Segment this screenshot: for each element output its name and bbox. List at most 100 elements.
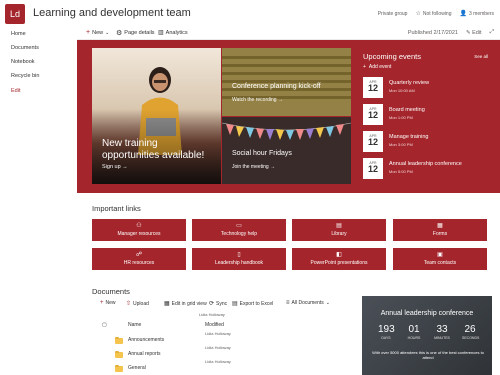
conference-title[interactable]: Conference planning kick-off: [232, 83, 321, 90]
new-button[interactable]: + New ⌄: [86, 29, 109, 36]
folder-icon: [115, 350, 123, 358]
site-logo[interactable]: Ld: [5, 4, 25, 24]
social-hour-title[interactable]: Social hour Fridays: [232, 150, 292, 157]
link-label: Forms: [432, 231, 448, 237]
people-icon: ⚇: [136, 223, 142, 229]
nav-edit-link[interactable]: Edit: [11, 88, 20, 94]
upcoming-events: Upcoming events See all + Add event APR 12…: [357, 48, 492, 184]
event-name: Manage training: [389, 134, 429, 140]
edit-label: Edit: [472, 29, 482, 36]
hero-signup-link[interactable]: Sign up →: [102, 164, 128, 170]
important-links-title: Important links: [92, 204, 141, 213]
follow-label: Not following: [422, 10, 452, 17]
link-library[interactable]: ▤ Library: [292, 219, 386, 241]
doc-upload-button[interactable]: ⇧ Upload: [126, 300, 149, 308]
doc-new-button[interactable]: + New: [100, 300, 116, 306]
file-type-icon: ▢: [102, 322, 107, 328]
star-icon: ☆: [415, 11, 421, 17]
library-icon: ▤: [336, 223, 342, 229]
row-name[interactable]: Announcements: [128, 337, 164, 343]
nav-item-notebook[interactable]: Notebook: [11, 59, 35, 65]
event-item[interactable]: APR 12 Annual leadership conference Mon 5…: [363, 158, 491, 180]
left-navigation: Home Documents Notebook Recycle bin Edit: [0, 26, 77, 375]
event-day: 12: [367, 110, 378, 120]
chevron-down-icon: ⌄: [105, 29, 110, 36]
published-status: Published 2/17/2021: [407, 29, 458, 36]
nav-item-documents[interactable]: Documents: [11, 45, 39, 51]
gear-icon: ⚙: [116, 30, 123, 37]
page-details-button[interactable]: ⚙ Page details: [116, 29, 155, 37]
countdown-days: 193: [378, 324, 395, 335]
seconds-label: SECONDS: [462, 336, 480, 340]
hours-label: HOURS: [407, 336, 421, 340]
link-forms[interactable]: ▦ Forms: [393, 219, 487, 241]
edit-grid-view-button[interactable]: ▦ Edit in grid view: [164, 300, 207, 308]
row-name[interactable]: Annual reports: [128, 351, 161, 357]
watch-recording-link[interactable]: Watch the recording →: [232, 97, 283, 103]
nav-item-home[interactable]: Home: [11, 31, 26, 37]
column-modified[interactable]: Modified: [205, 322, 224, 328]
group-type: Private group: [377, 10, 408, 17]
folder-icon: [115, 364, 123, 372]
row-name[interactable]: General: [128, 365, 146, 371]
grid-icon: ▦: [164, 301, 170, 307]
auditorium-seats-image: [222, 48, 351, 116]
analytics-button[interactable]: ▥ Analytics: [158, 29, 188, 37]
event-item[interactable]: APR 12 Board meeting Mon 1:00 PM: [363, 104, 491, 126]
event-time: Mon 10:00 AM: [389, 88, 415, 93]
export-label: Export to Excel: [239, 300, 274, 307]
event-name: Annual leadership conference: [389, 161, 462, 167]
add-event-button[interactable]: + Add event: [363, 64, 391, 70]
laptop-icon: ▭: [236, 223, 242, 229]
hero-tile-social[interactable]: Social hour Fridays Join the meeting →: [222, 117, 351, 184]
event-date: APR 12: [363, 131, 383, 152]
table-row[interactable]: General Lidia Holloway: [92, 359, 352, 375]
excel-icon: ▤: [232, 301, 238, 307]
upload-icon: ⇧: [126, 301, 132, 307]
filter-icon: ≡: [286, 300, 290, 306]
follow-button[interactable]: ☆ Not following: [415, 10, 452, 18]
row-modified-by: Lidia Holloway: [205, 331, 231, 336]
link-manager-resources[interactable]: ⚇ Manager resources: [92, 219, 186, 241]
edit-grid-label: Edit in grid view: [171, 300, 207, 307]
event-date: APR 12: [363, 104, 383, 125]
event-item[interactable]: APR 12 Manage training Mon 3:00 PM: [363, 131, 491, 153]
link-label: HR resources: [123, 260, 155, 266]
event-day: 12: [367, 164, 378, 174]
view-selector[interactable]: ≡ All Documents ⌄: [286, 300, 330, 306]
link-label: Leadership handbook: [214, 260, 264, 266]
site-title[interactable]: Learning and development team: [33, 7, 191, 19]
event-day: 12: [367, 137, 378, 147]
sync-icon: ⟳: [209, 301, 215, 307]
expand-icon[interactable]: ⤢: [490, 29, 494, 36]
countdown-labels: DAYS HOURS MINUTES SECONDS: [378, 336, 480, 340]
nav-item-recycle-bin[interactable]: Recycle bin: [11, 73, 39, 79]
link-hr-resources[interactable]: ☍ HR resources: [92, 248, 186, 270]
see-all-link[interactable]: See all: [474, 54, 488, 59]
members-button[interactable]: 👤 3 members: [460, 10, 495, 18]
pencil-icon: ✎: [465, 29, 471, 36]
column-name[interactable]: Name: [128, 322, 141, 328]
hero-tile-conference[interactable]: Conference planning kick-off Watch the r…: [222, 48, 351, 116]
countdown-values: 193 01 33 26: [378, 324, 478, 335]
page-details-label: Page details: [124, 30, 155, 36]
hero-big-title[interactable]: New training opportunities available!: [102, 138, 212, 162]
link-team-contacts[interactable]: ▣ Team contacts: [393, 248, 487, 270]
link-technology-help[interactable]: ▭ Technology help: [192, 219, 286, 241]
sync-button[interactable]: ⟳ Sync: [209, 300, 227, 308]
link-powerpoint-presentations[interactable]: ◧ PowerPoint presentations: [292, 248, 386, 270]
site-header: Ld Learning and development team Private…: [0, 0, 500, 26]
join-meeting-link[interactable]: Join the meeting →: [232, 164, 275, 170]
link-label: Library: [331, 231, 347, 237]
countdown-title: Annual leadership conference: [380, 310, 474, 317]
link-leadership-handbook[interactable]: ▯ Leadership handbook: [192, 248, 286, 270]
powerpoint-icon: ◧: [336, 252, 342, 258]
row-modified-by: Lidia Holloway: [205, 345, 231, 350]
add-event-label: Add event: [368, 64, 392, 70]
watch-label: Watch the recording: [232, 97, 277, 103]
hero-tile-training[interactable]: New training opportunities available! Si…: [92, 48, 221, 184]
export-excel-button[interactable]: ▤ Export to Excel: [232, 300, 274, 308]
edit-page-button[interactable]: ✎ Edit: [466, 30, 482, 36]
event-item[interactable]: APR 12 Quarterly review Mon 10:00 AM: [363, 77, 491, 99]
countdown-hours: 01: [408, 324, 420, 335]
